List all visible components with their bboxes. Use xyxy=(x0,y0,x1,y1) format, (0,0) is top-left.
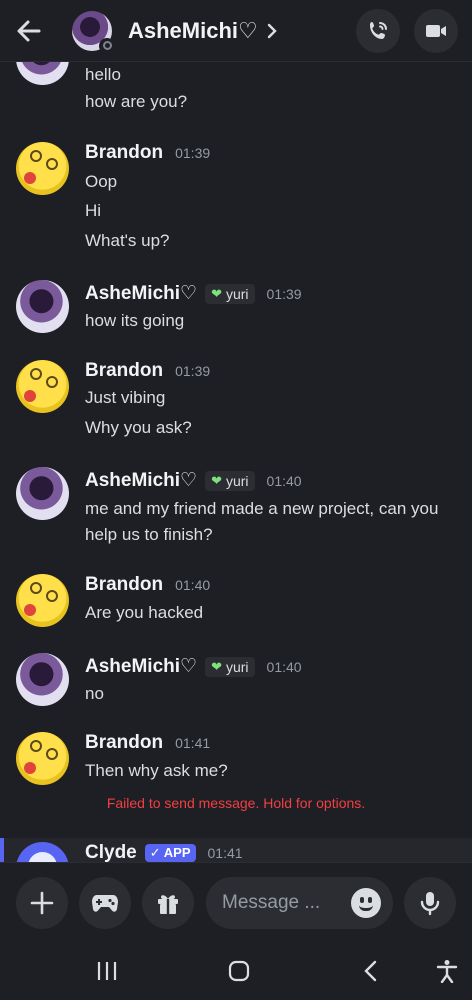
username[interactable]: Brandon xyxy=(85,574,163,596)
username[interactable]: AsheMichi♡ xyxy=(85,655,197,678)
green-heart-icon: ❤ xyxy=(211,472,222,488)
emoji-icon[interactable] xyxy=(351,888,381,918)
role-tag[interactable]: ❤ yuri xyxy=(205,470,255,491)
back-chevron-icon xyxy=(364,960,377,982)
clyde-avatar[interactable] xyxy=(16,842,69,862)
message-text: Hi xyxy=(85,201,102,220)
timestamp: 01:41 xyxy=(175,735,211,751)
message-text: Oop xyxy=(85,172,118,191)
back-button[interactable] xyxy=(0,3,58,59)
add-attachment-button[interactable] xyxy=(16,877,68,929)
username[interactable]: Clyde xyxy=(85,842,137,862)
highlight-bar xyxy=(0,838,4,862)
offline-status-icon xyxy=(99,37,115,54)
avatar[interactable] xyxy=(16,62,69,85)
green-heart-icon: ❤ xyxy=(211,285,222,301)
home-button[interactable] xyxy=(224,956,254,986)
video-camera-icon xyxy=(426,24,446,37)
message-text: Just vibing xyxy=(85,388,166,407)
avatar[interactable] xyxy=(16,360,69,413)
chat-header: AsheMichi♡ xyxy=(0,0,472,62)
recent-apps-button[interactable] xyxy=(92,956,122,986)
gift-icon xyxy=(158,895,178,914)
channel-title[interactable]: AsheMichi♡ xyxy=(128,18,258,44)
system-nav-bar xyxy=(0,942,472,1000)
accessibility-button[interactable] xyxy=(432,956,462,986)
app-badge: ✓ APP xyxy=(144,844,196,862)
message-text: hello xyxy=(85,65,121,84)
message-list[interactable]: hello how are you? Brandon 01:39 Oop Hi … xyxy=(0,62,472,838)
accessibility-icon xyxy=(436,960,458,983)
message-text: no xyxy=(85,684,104,703)
username[interactable]: Brandon xyxy=(85,360,163,382)
home-icon xyxy=(228,960,250,982)
phone-call-icon xyxy=(370,21,387,39)
message-text: how are you? xyxy=(85,92,188,111)
timestamp: 01:40 xyxy=(266,658,302,675)
microphone-icon xyxy=(420,892,440,916)
timestamp: 01:40 xyxy=(266,472,302,489)
username[interactable]: AsheMichi♡ xyxy=(85,469,197,492)
username[interactable]: Brandon xyxy=(85,142,163,164)
voice-call-button[interactable] xyxy=(356,8,400,53)
arrow-left-icon xyxy=(17,20,41,41)
recent-apps-icon xyxy=(97,962,117,980)
message-text: Then why ask me? xyxy=(85,761,228,780)
chevron-right-icon[interactable] xyxy=(266,22,278,40)
system-back-button[interactable] xyxy=(356,956,386,986)
avatar[interactable] xyxy=(16,653,69,706)
message-text: What's up? xyxy=(85,231,170,250)
avatar[interactable] xyxy=(16,142,69,195)
video-call-button[interactable] xyxy=(414,8,458,53)
timestamp: 01:39 xyxy=(175,363,211,379)
message-text: Why you ask? xyxy=(85,418,192,437)
timestamp: 01:40 xyxy=(175,577,211,593)
message-text: Are you hacked xyxy=(85,603,204,622)
avatar[interactable] xyxy=(16,280,69,333)
clyde-message[interactable]: Clyde ✓ APP 01:41 xyxy=(0,838,472,862)
failed-send-notice[interactable]: Failed to send message. Hold for options… xyxy=(0,795,472,811)
voice-message-button[interactable] xyxy=(404,877,456,929)
username[interactable]: Brandon xyxy=(85,732,163,754)
message-text: help us to finish? xyxy=(85,525,213,544)
gamepad-icon xyxy=(92,895,118,912)
message-field[interactable] xyxy=(222,892,342,914)
header-avatar[interactable] xyxy=(72,10,115,54)
avatar[interactable] xyxy=(16,732,69,785)
gift-button[interactable] xyxy=(142,877,194,929)
message-input[interactable] xyxy=(206,877,393,929)
activities-button[interactable] xyxy=(79,877,131,929)
message-text: how its going xyxy=(85,311,185,330)
message-text: me and my friend made a new project, can… xyxy=(85,499,439,518)
avatar[interactable] xyxy=(16,467,69,520)
timestamp: 01:39 xyxy=(175,145,211,161)
green-heart-icon: ❤ xyxy=(211,658,222,674)
username[interactable]: AsheMichi♡ xyxy=(85,282,197,305)
timestamp: 01:41 xyxy=(207,845,243,861)
avatar[interactable] xyxy=(16,574,69,627)
timestamp: 01:39 xyxy=(266,285,302,302)
plus-icon xyxy=(30,891,54,915)
role-tag[interactable]: ❤ yuri xyxy=(205,283,255,304)
role-tag[interactable]: ❤ yuri xyxy=(205,656,255,677)
composer-bar xyxy=(0,862,472,942)
